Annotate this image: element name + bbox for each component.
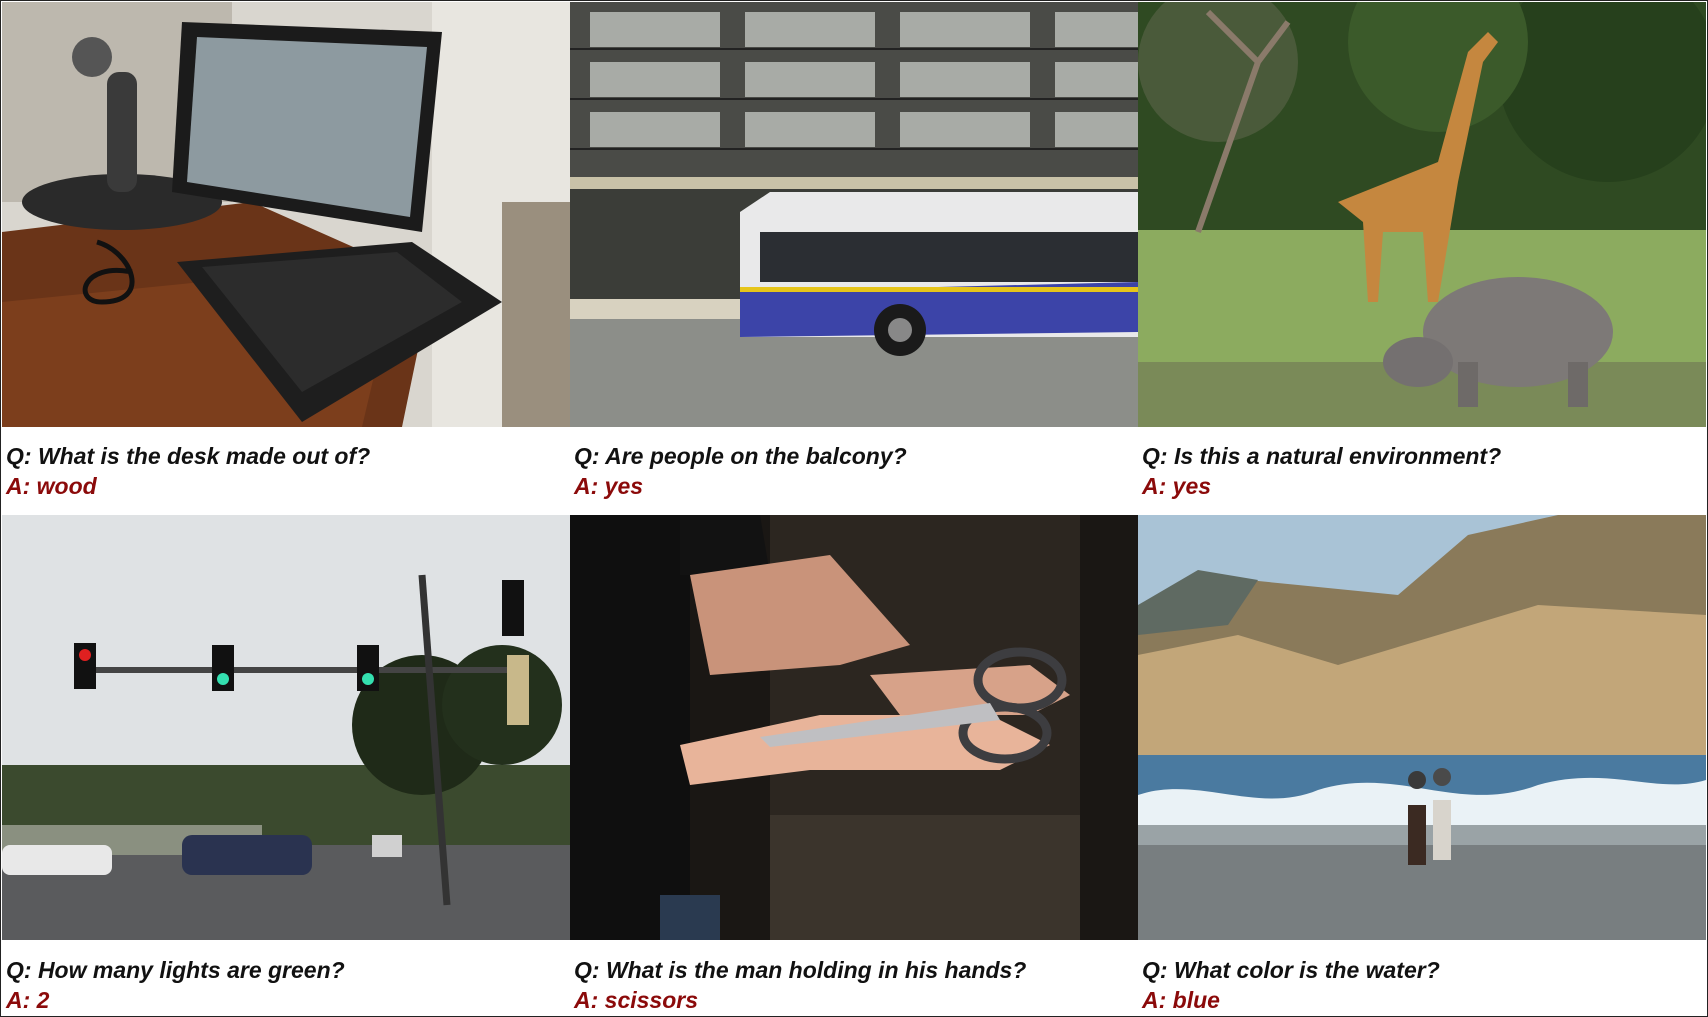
answer-text: A: scissors bbox=[574, 987, 699, 1013]
question-text: Q: What is the man holding in his hands? bbox=[574, 957, 1027, 983]
question-text: Q: What color is the water? bbox=[1142, 957, 1440, 983]
question-text: Q: How many lights are green? bbox=[6, 957, 345, 983]
giraffe-scene bbox=[1138, 2, 1706, 427]
photo-scissors-hands bbox=[570, 515, 1138, 940]
answer-text: A: 2 bbox=[6, 987, 50, 1013]
photo-laptop-desk bbox=[2, 2, 570, 427]
scissors-scene bbox=[570, 515, 1138, 940]
traffic-scene bbox=[2, 515, 570, 940]
answer-text: A: yes bbox=[574, 473, 644, 499]
answer-text: A: wood bbox=[6, 473, 97, 499]
beach-scene bbox=[1138, 515, 1706, 940]
question-text: Q: Are people on the balcony? bbox=[574, 443, 907, 469]
photo-bus-balcony bbox=[570, 2, 1138, 427]
photo-giraffe-rhino bbox=[1138, 2, 1706, 427]
bus-scene bbox=[570, 2, 1138, 427]
question-text: Q: What is the desk made out of? bbox=[6, 443, 371, 469]
photo-traffic-lights bbox=[2, 515, 570, 940]
answer-text: A: blue bbox=[1142, 987, 1220, 1013]
photo-beach-horses bbox=[1138, 515, 1706, 940]
laptop-scene bbox=[2, 2, 570, 427]
answer-text: A: yes bbox=[1142, 473, 1212, 499]
question-text: Q: Is this a natural environment? bbox=[1142, 443, 1502, 469]
